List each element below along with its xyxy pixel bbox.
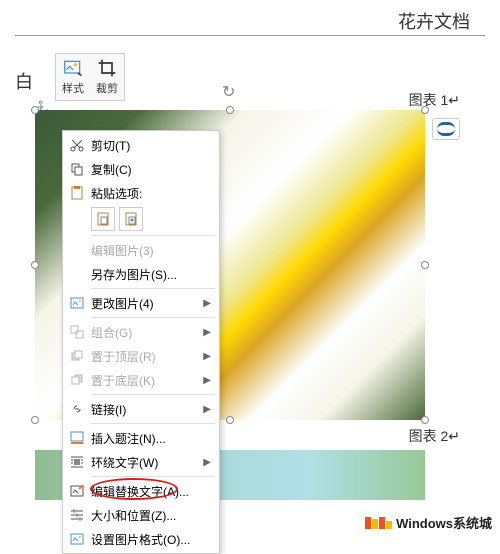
menu-copy[interactable]: 复制(C) [63,157,219,181]
crop-label: 裁剪 [96,80,118,96]
menu-paste-options-header: 粘贴选项: [63,181,219,205]
group-icon [67,323,87,341]
menu-edit-alt-text[interactable]: 编辑替换文字(A)... [63,479,219,503]
cut-icon [67,136,87,154]
format-toolbar: 样式 裁剪 [55,53,125,101]
menu-label: 链接(I) [91,401,199,418]
left-text: 白 [15,68,33,94]
menu-send-back: 置于底层(K) ▶ [63,368,219,392]
resize-handle[interactable] [31,261,39,269]
crop-button[interactable]: 裁剪 [90,54,124,100]
style-icon [63,58,83,78]
menu-cut[interactable]: 剪切(T) [63,133,219,157]
rotate-handle[interactable]: ↻ [222,82,235,102]
format-picture-icon [67,530,87,548]
menu-group: 组合(G) ▶ [63,320,219,344]
watermark: Windows系统城 [365,513,492,532]
watermark-logo [365,517,392,529]
submenu-arrow: ▶ [203,457,211,468]
style-dropdown[interactable]: 样式 [56,54,90,100]
menu-save-as-picture[interactable]: 另存为图片(S)... [63,262,219,286]
menu-label: 编辑替换文字(A)... [91,483,211,500]
watermark-brand: Windows系统城 [396,513,492,532]
menu-label: 剪切(T) [91,137,211,154]
menu-label: 编辑图片(3) [91,242,211,259]
caption-icon [67,429,87,447]
document-title: 花卉文档 [398,8,470,34]
menu-bring-front: 置于顶层(R) ▶ [63,344,219,368]
menu-label: 置于底层(K) [91,372,199,389]
caption-2: 图表 2↵ [409,426,460,446]
layout-options-button[interactable] [432,118,460,140]
copy-icon [67,160,87,178]
bring-front-icon [67,347,87,365]
send-back-icon [67,371,87,389]
context-menu: 剪切(T) 复制(C) 粘贴选项: 编辑图片(3) 另存为图片(S)... 更改… [62,130,220,554]
alt-text-icon [67,482,87,500]
menu-label: 大小和位置(Z)... [91,507,211,524]
resize-handle[interactable] [31,106,39,114]
paste-icon [67,184,87,202]
link-icon [67,400,87,418]
menu-edit-picture: 编辑图片(3) [63,238,219,262]
submenu-arrow: ▶ [203,351,211,362]
wrap-icon [67,453,87,471]
submenu-arrow: ▶ [203,375,211,386]
menu-label: 环绕文字(W) [91,454,199,471]
resize-handle[interactable] [31,416,39,424]
crop-icon [97,58,117,78]
caption-1: 图表 1↵ [409,90,460,110]
title-rule [15,35,485,36]
menu-change-picture[interactable]: 更改图片(4) ▶ [63,291,219,315]
paste-option-1[interactable] [91,207,115,231]
menu-label: 更改图片(4) [91,295,199,312]
menu-size-position[interactable]: 大小和位置(Z)... [63,503,219,527]
menu-insert-caption[interactable]: 插入题注(N)... [63,426,219,450]
menu-label: 组合(G) [91,324,199,341]
resize-handle[interactable] [421,416,429,424]
menu-format-picture[interactable]: 设置图片格式(O)... [63,527,219,551]
submenu-arrow: ▶ [203,327,211,338]
submenu-arrow: ▶ [203,298,211,309]
menu-link[interactable]: 链接(I) ▶ [63,397,219,421]
paste-options-row [63,205,219,233]
resize-handle[interactable] [421,106,429,114]
menu-label: 另存为图片(S)... [91,266,211,283]
menu-label: 置于顶层(R) [91,348,199,365]
paste-option-2[interactable] [119,207,143,231]
resize-handle[interactable] [226,106,234,114]
resize-handle[interactable] [226,416,234,424]
menu-label: 粘贴选项: [91,185,211,202]
menu-wrap-text[interactable]: 环绕文字(W) ▶ [63,450,219,474]
menu-label: 复制(C) [91,161,211,178]
resize-handle[interactable] [421,261,429,269]
menu-label: 插入题注(N)... [91,430,211,447]
style-label: 样式 [62,80,84,96]
change-picture-icon [67,294,87,312]
size-position-icon [67,506,87,524]
submenu-arrow: ▶ [203,404,211,415]
menu-label: 设置图片格式(O)... [91,531,211,548]
